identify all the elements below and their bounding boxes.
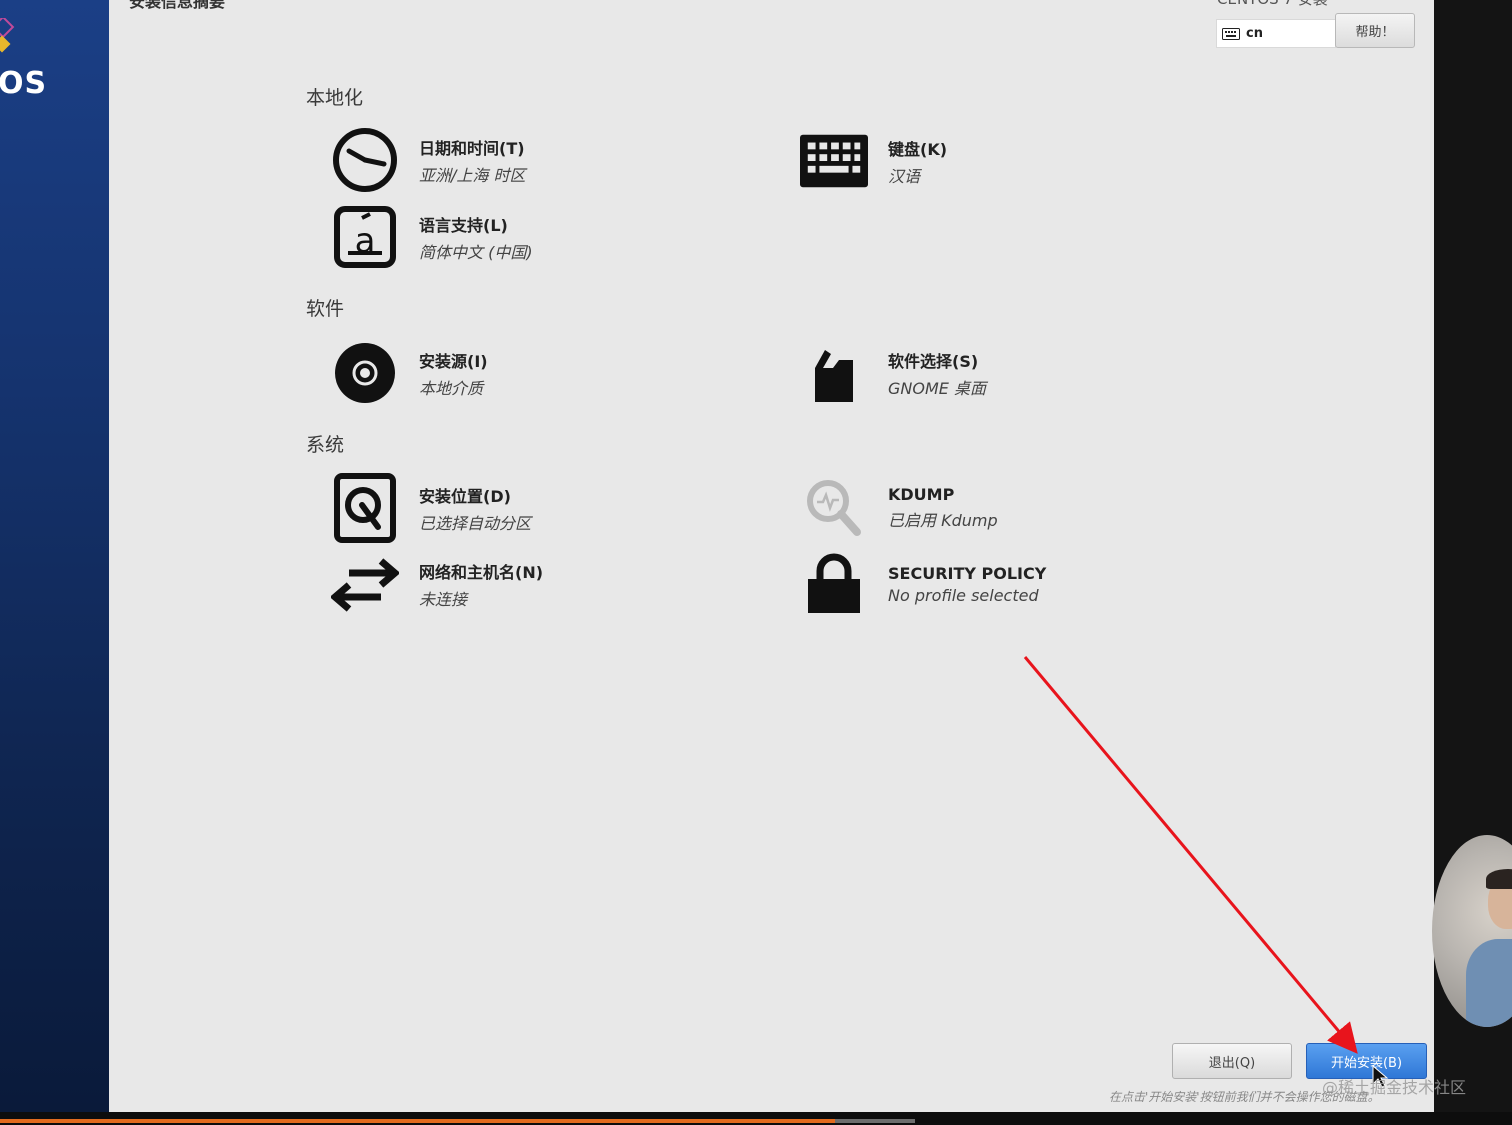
spoke-kdump-title: KDUMP [888, 485, 955, 504]
spoke-security-title: SECURITY POLICY [888, 563, 1047, 583]
product-title: CENTOS 7 安装 [1217, 0, 1328, 9]
spoke-destination-status: 已选择自动分区 [419, 513, 532, 533]
lock-icon [800, 550, 868, 618]
disc-icon [331, 339, 399, 407]
section-localization: 本地化 [306, 87, 364, 109]
keyboard-small-icon [1222, 27, 1240, 40]
progress-played [0, 1119, 835, 1123]
help-button[interactable]: 帮助！ [1335, 13, 1415, 48]
sidebar-logo-text: OS [0, 66, 48, 101]
spoke-kdump-status: 已启用 Kdump [888, 511, 998, 530]
clock-icon [331, 126, 399, 194]
centos-logo-icon [0, 18, 15, 53]
spoke-datetime-status: 亚洲/上海 时区 [419, 165, 526, 185]
spoke-source-status: 本地介质 [419, 378, 484, 398]
spoke-keyboard[interactable]: 键盘(K) 汉语 [800, 127, 947, 195]
spoke-kdump[interactable]: KDUMP 已启用 Kdump [800, 474, 998, 542]
kdump-search-icon [800, 474, 868, 542]
spoke-security-status: No profile selected [888, 585, 1039, 605]
progress-buffered [835, 1119, 915, 1123]
spoke-installation-destination[interactable]: 安装位置(D) 已选择自动分区 [331, 473, 532, 543]
spoke-keyboard-status: 汉语 [888, 166, 921, 186]
harddisk-icon [331, 473, 399, 543]
keyboard-layout-indicator[interactable]: cn [1216, 19, 1336, 48]
page-title: 安装信息摘要 [129, 0, 226, 11]
keyboard-layout-label: cn [1246, 26, 1263, 41]
spoke-software-selection[interactable]: 软件选择(S) GNOME 桌面 [800, 339, 986, 407]
spoke-network-status: 未连接 [419, 589, 468, 609]
spoke-language-title: 语言支持(L) [419, 215, 508, 235]
spoke-software-title: 软件选择(S) [888, 351, 979, 371]
installation-summary-panel: 安装信息摘要 CENTOS 7 安装 cn 帮助！ 本地化 软件 系统 日期和时… [109, 0, 1434, 1112]
spoke-language-status: 简体中文 (中国) [419, 242, 533, 262]
spoke-network-title: 网络和主机名(N) [419, 562, 544, 582]
spoke-datetime-title: 日期和时间(T) [419, 138, 525, 158]
sidebar: OS [0, 0, 109, 1112]
spoke-software-status: GNOME 桌面 [888, 378, 986, 398]
language-icon: a [331, 203, 399, 271]
watermark-text: @稀土掘金技术社区 [1322, 1078, 1467, 1097]
network-arrows-icon [331, 550, 399, 618]
spoke-destination-title: 安装位置(D) [419, 486, 511, 506]
package-icon [800, 339, 868, 407]
spoke-security-policy[interactable]: SECURITY POLICY No profile selected [800, 550, 1046, 618]
spoke-source-title: 安装源(I) [419, 351, 488, 371]
quit-button[interactable]: 退出(Q) [1172, 1043, 1292, 1079]
spoke-installation-source[interactable]: 安装源(I) 本地介质 [331, 339, 488, 407]
spoke-network-hostname[interactable]: 网络和主机名(N) 未连接 [331, 550, 543, 618]
spoke-language[interactable]: a 语言支持(L) 简体中文 (中国) [331, 203, 533, 271]
video-progress-bar[interactable] [0, 1112, 1512, 1125]
section-system: 系统 [306, 434, 345, 456]
spoke-keyboard-title: 键盘(K) [888, 139, 948, 159]
spoke-datetime[interactable]: 日期和时间(T) 亚洲/上海 时区 [331, 126, 525, 194]
keyboard-icon [800, 127, 868, 195]
section-software: 软件 [306, 298, 345, 320]
